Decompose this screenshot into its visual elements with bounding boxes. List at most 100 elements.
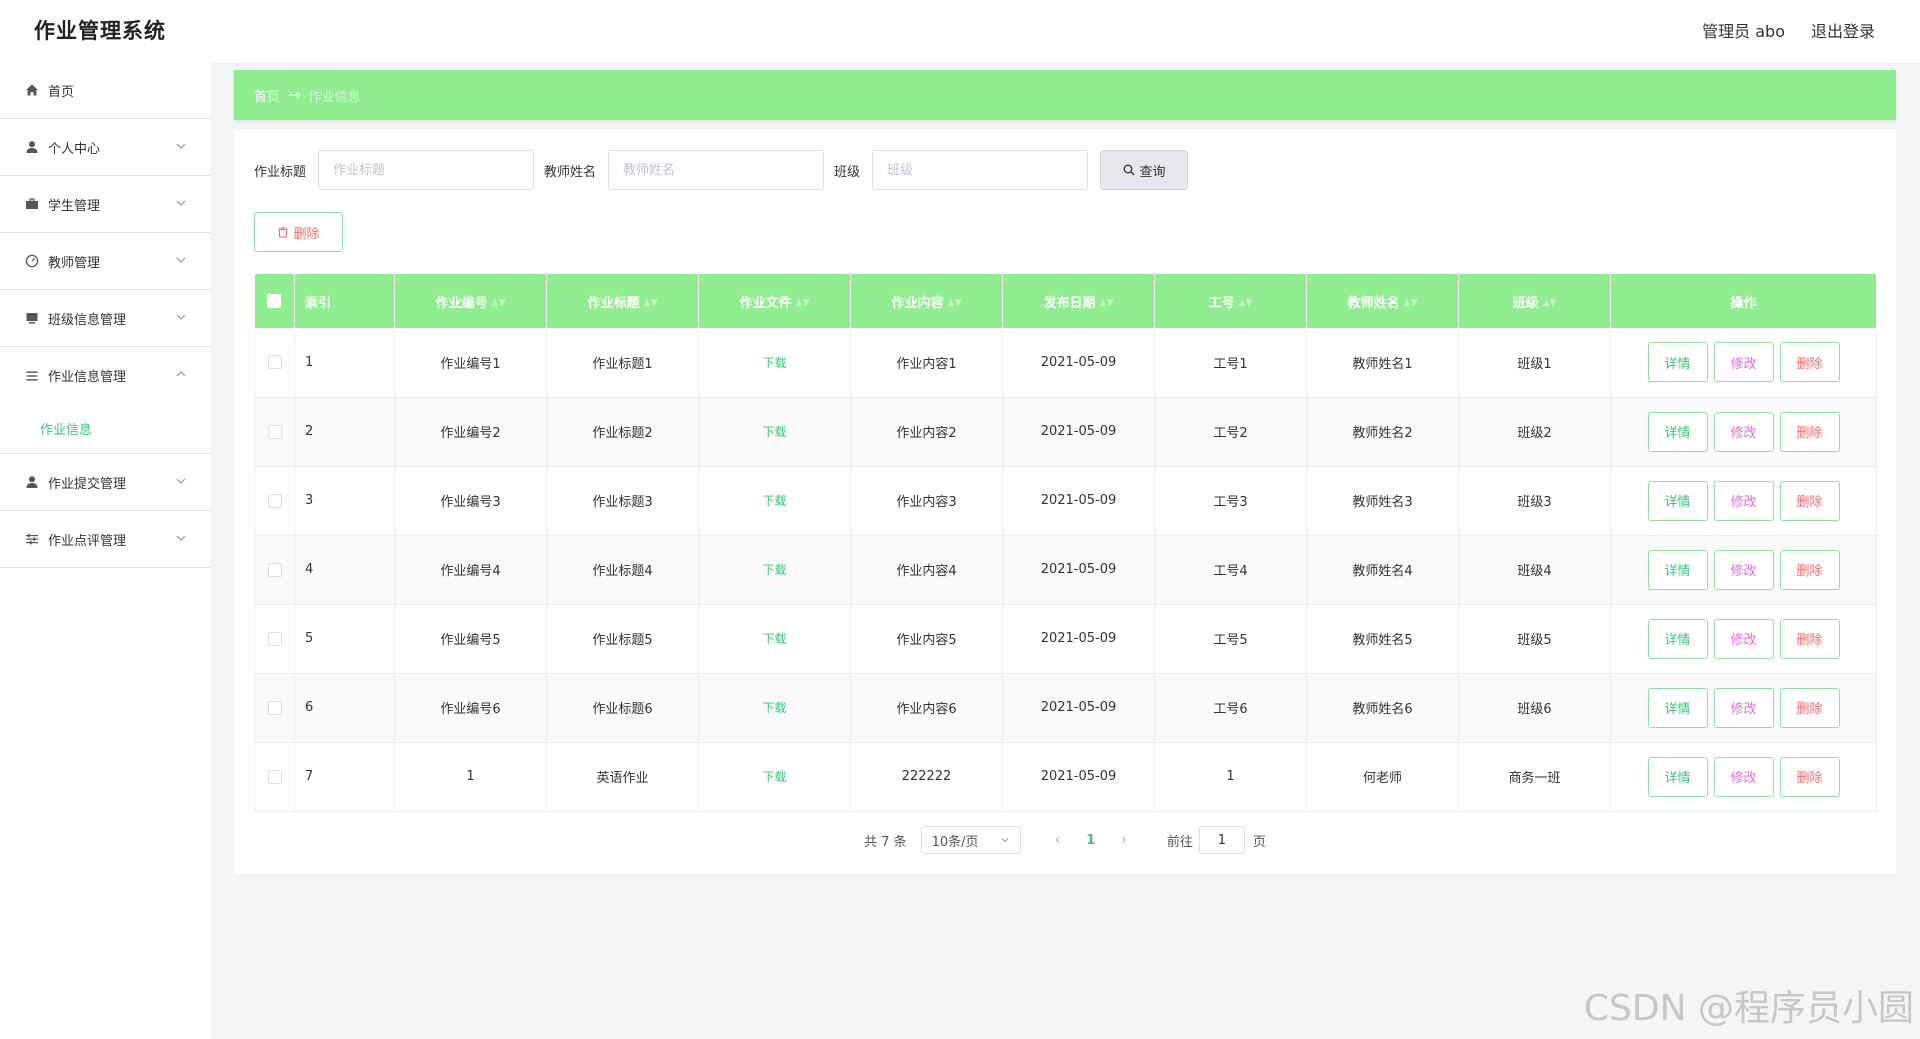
download-link[interactable]: 下载 xyxy=(762,563,786,577)
batch-delete-button[interactable]: 删除 xyxy=(254,212,343,252)
edit-button[interactable]: 修改 xyxy=(1713,480,1774,521)
row-checkbox[interactable] xyxy=(267,424,282,439)
page-number-current[interactable]: 1 xyxy=(1086,833,1095,848)
edit-button[interactable]: 修改 xyxy=(1713,756,1774,797)
row-select-cell xyxy=(254,604,295,674)
sidebar-item-homework-management[interactable]: 作业信息管理 xyxy=(0,347,210,404)
briefcase-icon xyxy=(24,196,40,212)
cell-actions: 详情 修改 删除 xyxy=(1610,328,1877,398)
row-checkbox[interactable] xyxy=(267,700,282,715)
cell-index: 2 xyxy=(294,397,395,467)
download-link[interactable]: 下载 xyxy=(762,494,786,508)
jump-page-input[interactable] xyxy=(1198,826,1245,854)
column-header-class[interactable]: 班级 ▲▼ xyxy=(1458,274,1611,328)
jump-suffix: 页 xyxy=(1252,834,1266,850)
chevron-down-icon xyxy=(176,200,186,206)
download-link[interactable]: 下载 xyxy=(762,632,786,646)
cell-job-no: 1 xyxy=(1154,742,1307,812)
download-link[interactable]: 下载 xyxy=(762,425,786,439)
detail-button[interactable]: 详情 xyxy=(1647,411,1708,452)
sidebar-item-label: 班级信息管理 xyxy=(48,312,127,328)
download-link[interactable]: 下载 xyxy=(762,701,786,715)
detail-button[interactable]: 详情 xyxy=(1647,687,1708,728)
current-user-label[interactable]: 管理员 abo xyxy=(1702,18,1785,42)
cell-title: 作业标题3 xyxy=(546,466,699,536)
detail-button[interactable]: 详情 xyxy=(1647,618,1708,659)
sidebar-item-home[interactable]: 首页 xyxy=(0,62,210,119)
breadcrumb-home[interactable]: 首页 xyxy=(254,86,280,105)
delete-button[interactable]: 删除 xyxy=(1779,756,1840,797)
chevron-down-icon xyxy=(176,535,186,541)
cell-actions: 详情 修改 删除 xyxy=(1610,742,1877,812)
breadcrumb: 首页 → 作业信息 xyxy=(234,70,1896,120)
column-header-content[interactable]: 作业内容 ▲▼ xyxy=(850,274,1003,328)
column-header-date[interactable]: 发布日期 ▲▼ xyxy=(1002,274,1155,328)
header-user-area: 管理员 abo 退出登录 xyxy=(1702,18,1875,42)
class-filter-input[interactable] xyxy=(872,150,1089,190)
query-button[interactable]: 查询 xyxy=(1100,150,1189,190)
sidebar-item-label: 学生管理 xyxy=(48,198,101,214)
column-header-code[interactable]: 作业编号 ▲▼ xyxy=(394,274,547,328)
detail-button[interactable]: 详情 xyxy=(1647,480,1708,521)
delete-button[interactable]: 删除 xyxy=(1779,411,1840,452)
sidebar-item-personal-center[interactable]: 个人中心 xyxy=(0,119,210,176)
column-header-job-no[interactable]: 工号 ▲▼ xyxy=(1154,274,1307,328)
prev-page-button[interactable]: ‹ xyxy=(1055,832,1061,848)
logout-link[interactable]: 退出登录 xyxy=(1811,18,1875,42)
cell-content: 作业内容3 xyxy=(850,466,1003,536)
detail-button[interactable]: 详情 xyxy=(1647,342,1708,383)
delete-button[interactable]: 删除 xyxy=(1779,549,1840,590)
delete-button[interactable]: 删除 xyxy=(1779,687,1840,728)
download-link[interactable]: 下载 xyxy=(762,770,786,784)
cell-actions: 详情 修改 删除 xyxy=(1610,535,1877,605)
delete-button[interactable]: 删除 xyxy=(1779,342,1840,383)
app-title: 作业管理系统 xyxy=(34,19,166,43)
detail-button[interactable]: 详情 xyxy=(1647,549,1708,590)
delete-button[interactable]: 删除 xyxy=(1779,480,1840,521)
table-row: 2 作业编号2 作业标题2 下载 作业内容2 2021-05-09 工号2 教师… xyxy=(254,397,1877,467)
homework-table: 索引 作业编号 ▲▼ 作业标题 ▲▼ 作业文件 ▲▼ 作业内容 ▲▼ 发布日期 ▲▼ 工号… xyxy=(254,274,1877,812)
class-filter-label: 班级 xyxy=(834,164,861,180)
cell-date: 2021-05-09 xyxy=(1002,466,1155,536)
cell-code: 作业编号5 xyxy=(394,604,547,674)
column-header-teacher[interactable]: 教师姓名 ▲▼ xyxy=(1306,274,1459,328)
detail-button[interactable]: 详情 xyxy=(1647,756,1708,797)
column-header-index: 索引 xyxy=(294,274,395,328)
row-checkbox[interactable] xyxy=(267,631,282,646)
cell-date: 2021-05-09 xyxy=(1002,673,1155,743)
sidebar-item-submission-management[interactable]: 作业提交管理 xyxy=(0,454,210,511)
page-size-select[interactable]: 10条/页 xyxy=(920,826,1021,854)
edit-button[interactable]: 修改 xyxy=(1713,618,1774,659)
row-checkbox[interactable] xyxy=(267,769,282,784)
select-all-checkbox[interactable] xyxy=(267,294,282,308)
row-select-cell xyxy=(254,742,295,812)
column-header-file[interactable]: 作业文件 ▲▼ xyxy=(698,274,851,328)
sort-icon: ▲▼ xyxy=(795,298,810,308)
cell-class: 班级6 xyxy=(1458,673,1611,743)
sidebar-item-student-management[interactable]: 学生管理 xyxy=(0,176,210,233)
row-checkbox[interactable] xyxy=(267,493,282,508)
sidebar-item-teacher-management[interactable]: 教师管理 xyxy=(0,233,210,290)
cell-title: 作业标题2 xyxy=(546,397,699,467)
cell-class: 商务一班 xyxy=(1458,742,1611,812)
sidebar-item-class-management[interactable]: 班级信息管理 xyxy=(0,290,210,347)
edit-button[interactable]: 修改 xyxy=(1713,549,1774,590)
breadcrumb-arrow-icon: → xyxy=(288,86,301,104)
title-filter-input[interactable] xyxy=(318,150,535,190)
edit-button[interactable]: 修改 xyxy=(1713,687,1774,728)
download-link[interactable]: 下载 xyxy=(762,356,786,370)
sort-icon: ▲▼ xyxy=(643,298,658,308)
edit-button[interactable]: 修改 xyxy=(1713,411,1774,452)
home-icon xyxy=(24,82,40,98)
column-header-title[interactable]: 作业标题 ▲▼ xyxy=(546,274,699,328)
row-checkbox[interactable] xyxy=(267,562,282,577)
edit-button[interactable]: 修改 xyxy=(1713,342,1774,383)
sidebar-item-review-management[interactable]: 作业点评管理 xyxy=(0,511,210,568)
sidebar-subitem-homework-info[interactable]: 作业信息 xyxy=(0,404,210,454)
trash-icon xyxy=(277,226,289,238)
batch-delete-label: 删除 xyxy=(293,226,320,242)
next-page-button[interactable]: › xyxy=(1121,832,1127,848)
teacher-filter-input[interactable] xyxy=(608,150,825,190)
row-checkbox[interactable] xyxy=(267,355,282,370)
delete-button[interactable]: 删除 xyxy=(1779,618,1840,659)
